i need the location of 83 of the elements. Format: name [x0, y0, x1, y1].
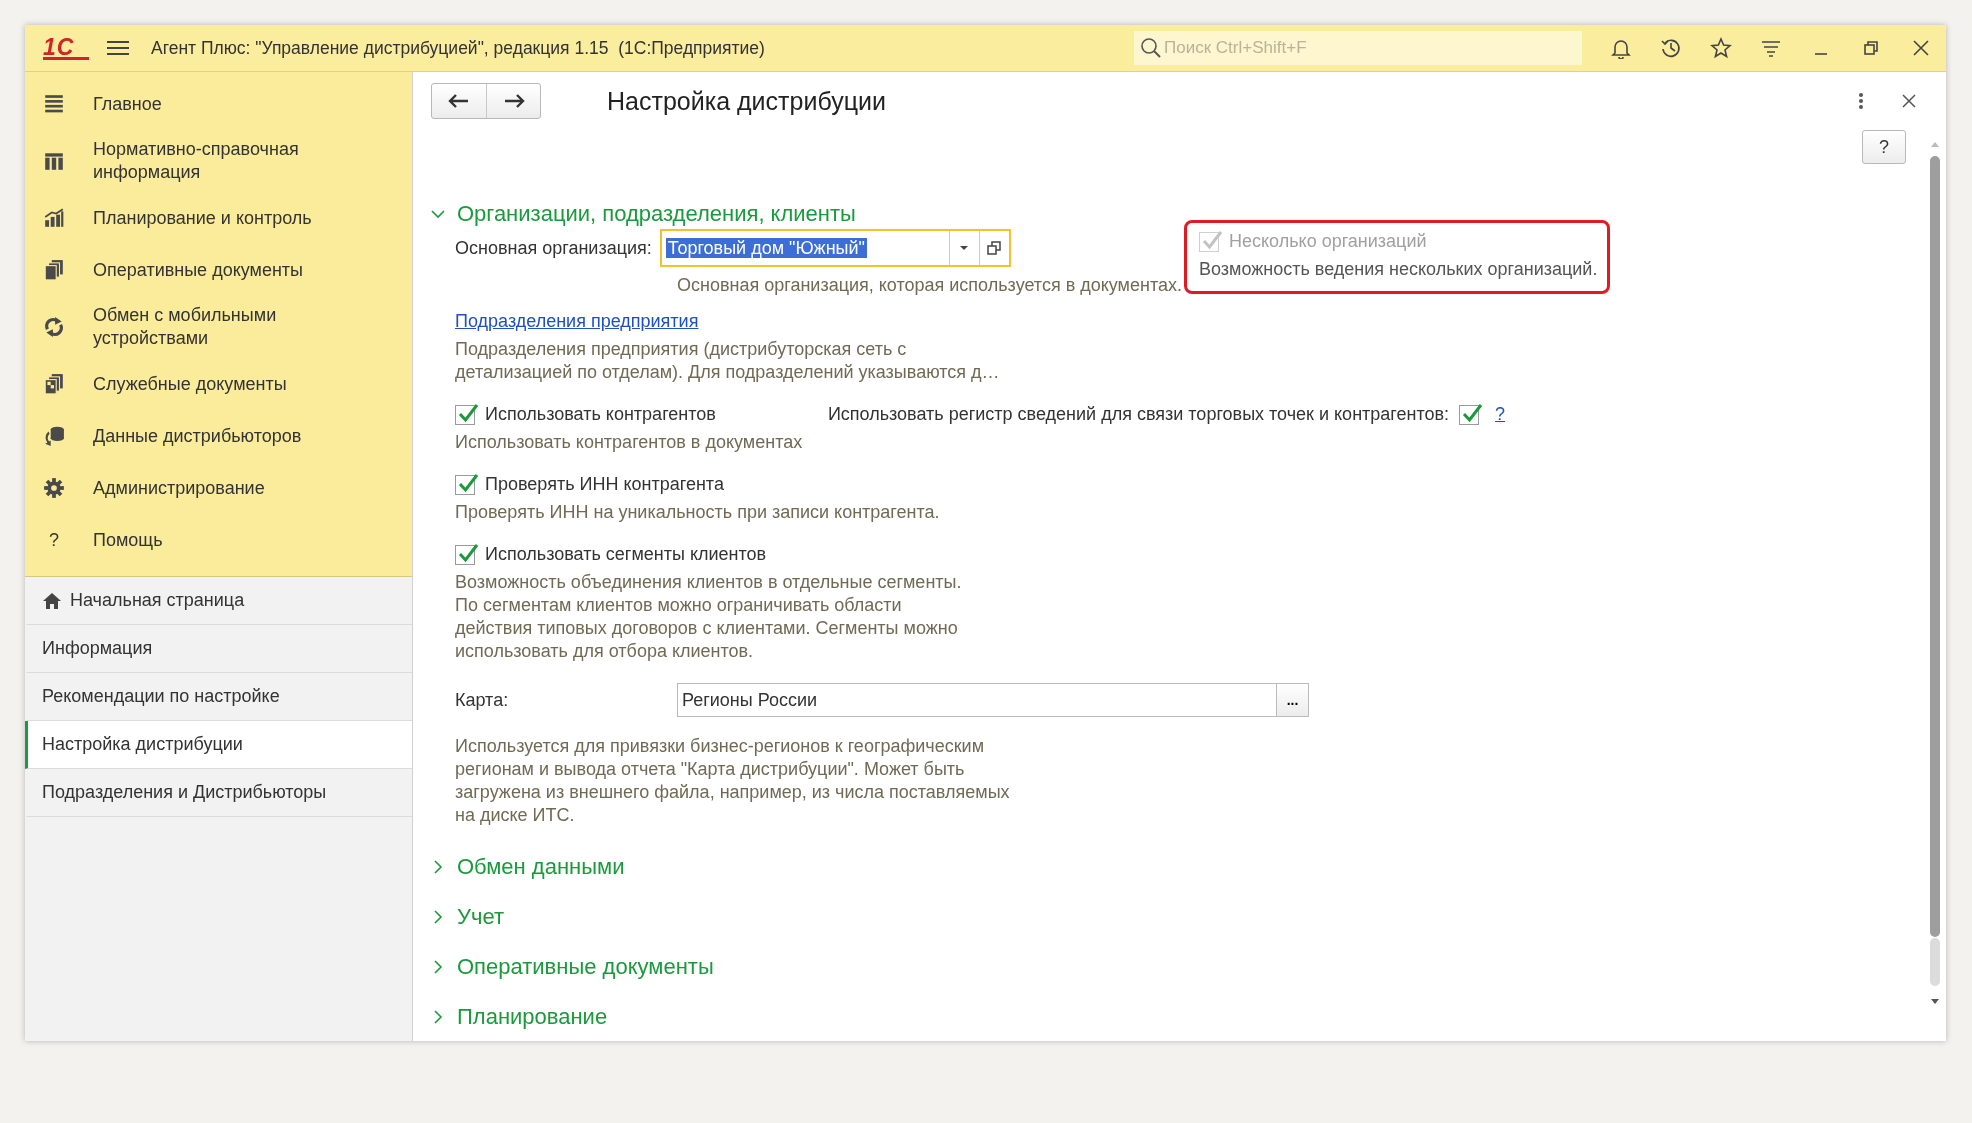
field-hint: Используется для привязки бизнес-регионов к географическим регионам и вывода отчета "Карта дистрибуции". Может быть загружена из внешнего файла, например, из числа поставляемых на диске ИТС. [455, 735, 1010, 827]
field-label: Карта: [455, 689, 510, 711]
history-icon[interactable] [1660, 37, 1682, 59]
field-hint: Возможность ведения нескольких организаций. [1199, 258, 1598, 281]
section-item[interactable]: Нормативно-справочная информация [93, 138, 333, 184]
checkbox-label: Использовать регистр сведений для связи торговых точек и контрагентов: [827, 404, 1450, 425]
group-header[interactable]: Организации, подразделения, клиенты [431, 196, 1924, 232]
menu-icon [43, 93, 65, 115]
group-header[interactable]: Оперативные документы [431, 949, 1924, 985]
checkbox-label: Использовать контрагентов [485, 404, 716, 425]
map-field[interactable]: Регионы России ... [677, 683, 1309, 717]
chevron-icon[interactable] [431, 860, 445, 874]
scroll-down-icon[interactable] [1930, 998, 1940, 1006]
group-title: Планирование [457, 1004, 608, 1030]
arrow-right-icon [502, 93, 525, 109]
help-icon: ? [43, 529, 65, 551]
sync-icon [43, 316, 65, 338]
search-icon [1140, 37, 1162, 59]
caret-icon [959, 245, 970, 251]
window-title: Агент Плюс: "Управление дистрибуцией", редакция 1.15 (1С:Предприятие) [151, 37, 765, 59]
nav-item[interactable]: Начальная страница [25, 577, 412, 625]
section-item[interactable]: Служебные документы [93, 372, 287, 396]
more-icon[interactable] [1858, 92, 1864, 110]
section-item[interactable]: Главное [93, 92, 162, 116]
group-header[interactable]: Планирование [431, 999, 1924, 1035]
menu-icon[interactable] [107, 39, 129, 57]
section-item[interactable]: Оперативные документы [93, 258, 304, 282]
field-hint: Основная организация, которая используется в документах. [677, 274, 1182, 297]
nav-item[interactable]: Подразделения и Дистрибьюторы [25, 769, 412, 817]
select-button[interactable]: ... [1276, 684, 1308, 716]
checkbox-label: Несколько организаций [1229, 231, 1427, 252]
subdivisions-link[interactable]: Подразделения предприятия [455, 311, 699, 332]
section-item[interactable]: Данные дистрибьюторов [93, 424, 302, 448]
columns-icon [43, 150, 65, 172]
documents-icon [43, 373, 65, 395]
group-header[interactable]: Учет [431, 899, 1924, 935]
checkbox-label: Проверять ИНН контрагента [485, 474, 724, 495]
field-value: Торговый дом "Южный" [665, 237, 867, 258]
nav-label: Подразделения и Дистрибьюторы [42, 782, 327, 803]
nav-item[interactable]: Информация [25, 625, 412, 673]
group-title: Оперативные документы [457, 954, 714, 980]
group-title: Обмен данными [457, 854, 625, 880]
nav-label: Начальная страница [70, 590, 245, 611]
chevron-icon[interactable] [431, 207, 445, 221]
group-header[interactable]: Обмен данными [431, 849, 1924, 885]
nav-item[interactable]: Настройка дистрибуции [25, 721, 412, 769]
star-icon[interactable] [1710, 37, 1732, 59]
group-title: Организации, подразделения, клиенты [457, 201, 856, 227]
documents-icon [43, 259, 65, 281]
help-link[interactable]: ? [1495, 404, 1506, 425]
form-title: Настройка дистрибуции [607, 86, 886, 116]
database-icon [43, 425, 65, 447]
bell-icon[interactable] [1610, 37, 1632, 59]
logo: 1С [43, 36, 89, 60]
close-icon[interactable] [1902, 94, 1916, 108]
field-hint: Использовать контрагентов в документах [455, 431, 804, 454]
field-hint: Подразделения предприятия (дистрибуторская сеть с детализацией по отделам). Для подразделений указываются д… [455, 338, 1001, 384]
nav-label: Информация [42, 638, 153, 659]
field-value: Регионы России [681, 689, 819, 711]
nav-label: Настройка дистрибуции [42, 734, 243, 755]
section-item[interactable]: Обмен с мобильными устройствами [93, 304, 333, 350]
section-item[interactable]: Планирование и контроль [93, 206, 312, 230]
field-hint: Проверять ИНН на уникальность при записи контрагента. [455, 501, 941, 524]
chevron-icon[interactable] [431, 960, 445, 974]
checkbox[interactable] [1459, 404, 1480, 425]
section-item[interactable]: Администрирование [93, 476, 265, 500]
field-hint: Возможность объединения клиентов в отдельные сегменты. По сегментам клиентов можно ограничивать области действия типовых договоров с клиентами. Сегменты можно использовать для отбора клиентов. [455, 571, 963, 663]
field-label: Основная организация: [455, 237, 652, 259]
search-field[interactable]: Поиск Ctrl+Shift+F [1134, 31, 1582, 65]
help-button[interactable]: ? [1862, 130, 1906, 164]
nav-label: Рекомендации по настройке [42, 686, 280, 707]
organization-field[interactable]: Торговый дом "Южный" [659, 229, 1011, 267]
search-input[interactable]: Поиск Ctrl+Shift+F [1162, 37, 1582, 59]
windows-icon [987, 241, 1002, 255]
checkbox-label: Использовать сегменты клиентов [485, 544, 767, 565]
chevron-icon[interactable] [431, 1010, 445, 1024]
chevron-icon[interactable] [431, 910, 445, 924]
arrow-left-icon [448, 93, 470, 109]
section-item[interactable]: Помощь [93, 528, 163, 552]
home-icon [42, 591, 62, 610]
scrollbar-thumb[interactable] [1930, 156, 1940, 937]
chart-icon [43, 207, 65, 229]
group-title: Учет [457, 904, 505, 930]
